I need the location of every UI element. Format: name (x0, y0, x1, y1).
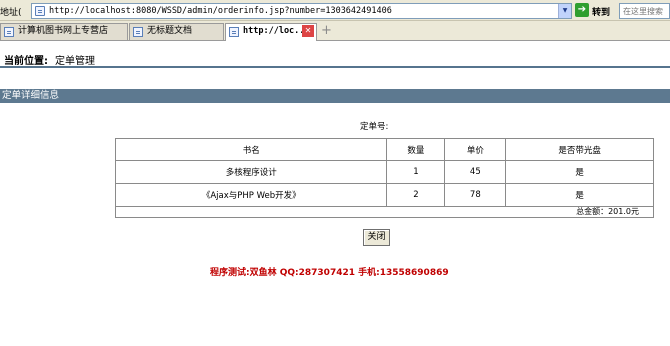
column-header-quantity: 数量 (386, 138, 446, 161)
close-button[interactable]: 关闭 (363, 229, 390, 246)
total-row: 总金额：201.0元 (115, 206, 654, 218)
address-label: 地址( (0, 8, 22, 18)
cell-has-cd: 是 (505, 183, 654, 207)
cell-book-name: 《Ajax与PHP Web开发》 (114, 183, 388, 207)
column-header-book-name: 书名 (114, 138, 388, 161)
section-title: 定单详细信息 (0, 89, 670, 103)
cell-quantity: 2 (386, 183, 446, 207)
column-header-price: 单价 (444, 138, 507, 161)
go-arrow-icon[interactable]: ➔ (575, 3, 589, 17)
table-row: 《Ajax与PHP Web开发》 2 78 是 (114, 183, 654, 207)
address-bar: 地址( http://localhost:8080/WSSD/admin/ord… (0, 0, 670, 21)
page-icon (229, 27, 239, 37)
cell-quantity: 1 (386, 160, 446, 184)
search-input[interactable] (620, 4, 669, 18)
column-header-has-cd: 是否带光盘 (505, 138, 654, 161)
close-icon[interactable]: ✕ (302, 25, 314, 37)
tab-bar: 计算机图书网上专营店 无标题文档 http://loc... ✕ + (0, 21, 670, 41)
chevron-down-icon[interactable]: ▼ (558, 4, 571, 18)
go-button-label[interactable]: 转到 (592, 5, 610, 18)
search-box[interactable] (619, 3, 670, 19)
page-icon (4, 27, 14, 37)
page-icon (133, 27, 143, 37)
tab-label: 无标题文档 (147, 26, 193, 36)
cell-has-cd: 是 (505, 160, 654, 184)
position-value: 定单管理 (55, 56, 95, 67)
order-number-label: 定单号: (360, 122, 389, 132)
go-button[interactable]: ➔ 转到 (575, 2, 616, 19)
table-row: 多核程序设计 1 45 是 (114, 160, 654, 184)
url-text[interactable]: http://localhost:8080/WSSD/admin/orderin… (49, 6, 392, 16)
page-icon (35, 6, 45, 16)
cell-price: 45 (444, 160, 507, 184)
url-field[interactable]: http://localhost:8080/WSSD/admin/orderin… (31, 3, 572, 19)
tab-label: 计算机图书网上专营店 (18, 26, 109, 36)
tab-bookstore[interactable]: 计算机图书网上专营店 (0, 23, 128, 40)
table-header-row: 书名 数量 单价 是否带光盘 (114, 138, 654, 161)
tab-current[interactable]: http://loc... ✕ (225, 23, 317, 41)
breadcrumb: 当前位置: 定单管理 (0, 49, 670, 68)
position-label: 当前位置: (4, 56, 48, 67)
total-amount: 总金额：201.0元 (115, 206, 654, 218)
cell-book-name: 多核程序设计 (114, 160, 388, 184)
tab-label: http://loc... (243, 26, 310, 36)
new-tab-icon[interactable]: + (320, 24, 333, 38)
footer-credit: 程序测试:双鱼林 QQ:287307421 手机:13558690869 (210, 268, 449, 278)
order-details-table: 书名 数量 单价 是否带光盘 多核程序设计 1 45 是 《Ajax与PHP W… (114, 138, 654, 218)
tab-untitled[interactable]: 无标题文档 (129, 23, 224, 40)
cell-price: 78 (444, 183, 507, 207)
